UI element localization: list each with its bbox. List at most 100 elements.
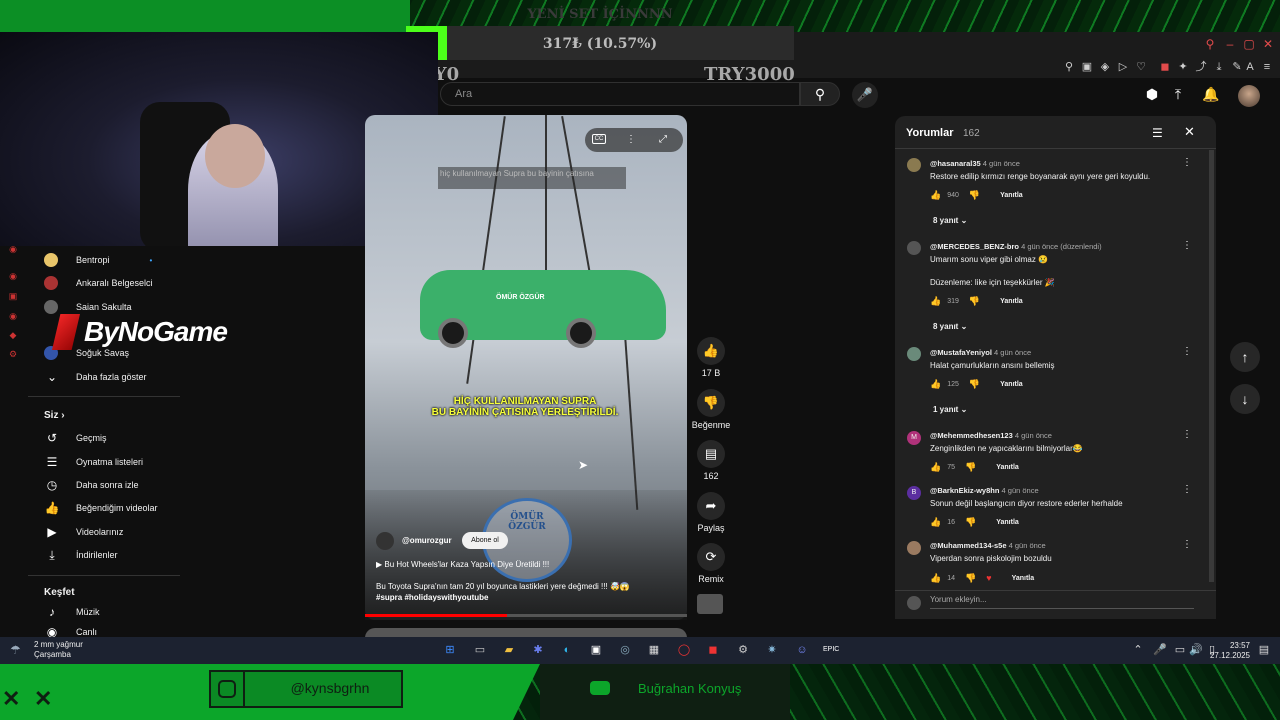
thumbs-down-icon[interactable]: 👎 xyxy=(969,296,980,307)
previous-short-button[interactable]: ↑ xyxy=(1230,342,1260,372)
search-button[interactable]: ⚲ xyxy=(800,82,840,106)
teams-icon[interactable]: ✱ xyxy=(530,642,546,658)
comment-menu-icon[interactable]: ⋮ xyxy=(1182,157,1192,168)
channel-avatar[interactable] xyxy=(376,532,394,550)
browser-menu-icon[interactable]: ≡ xyxy=(1260,60,1274,74)
steam-icon[interactable]: ◎ xyxy=(617,642,633,658)
commenter-avatar[interactable] xyxy=(907,347,921,361)
extension-box-icon[interactable]: ▣ xyxy=(1080,60,1094,74)
thumbs-up-icon[interactable]: 👍 xyxy=(930,190,941,201)
reply-button[interactable]: Yanıtla xyxy=(996,464,1019,471)
comment-author[interactable]: @MustafaYeniyol 4 gün önce xyxy=(930,348,1031,357)
minimize-icon[interactable]: – xyxy=(1224,38,1236,50)
reply-button[interactable]: Yanıtla xyxy=(1012,575,1035,582)
extension-edit-icon[interactable]: ✎ xyxy=(1230,60,1244,74)
upload-icon[interactable]: ⤒ xyxy=(1170,86,1186,102)
thumbs-down-icon[interactable]: 👎 xyxy=(965,517,976,528)
commenter-avatar[interactable] xyxy=(907,541,921,555)
taskbar-clock[interactable]: 23:57 27.12.2025 xyxy=(1210,641,1250,661)
sidebar-item-liked-videos[interactable]: 👍 Beğendiğim videolar xyxy=(44,498,158,518)
maximize-icon[interactable]: ▢ xyxy=(1243,38,1255,50)
commenter-avatar[interactable] xyxy=(907,158,921,172)
epic-games-icon[interactable]: EPIC xyxy=(823,642,839,658)
extension-share-icon[interactable]: ⤴ xyxy=(1194,60,1208,74)
show-more-button[interactable]: ⌄ Daha fazla göster xyxy=(44,367,147,387)
next-short-button[interactable]: ↓ xyxy=(1230,384,1260,414)
notifications-bell-icon[interactable]: 🔔 xyxy=(1202,86,1219,102)
captions-button[interactable]: CC xyxy=(592,134,606,144)
network-app-icon[interactable]: ✷ xyxy=(764,642,780,658)
channel-name[interactable]: @omurozgur xyxy=(402,536,452,545)
commenter-avatar[interactable]: B xyxy=(907,486,921,500)
comment-menu-icon[interactable]: ⋮ xyxy=(1182,539,1192,550)
commenter-avatar[interactable] xyxy=(907,241,921,255)
thumbs-up-icon[interactable]: 👍 xyxy=(930,573,941,584)
comment-author[interactable]: @Mehemmedhesen123 4 gün önce xyxy=(930,431,1052,440)
extension-badge-icon[interactable]: ◼ xyxy=(1158,60,1172,74)
ai-icon[interactable]: A xyxy=(1244,60,1256,74)
file-explorer-icon[interactable]: ▰ xyxy=(501,642,517,658)
tray-chevron-icon[interactable]: ⌃ xyxy=(1130,642,1146,658)
remix-button[interactable]: ⟳ xyxy=(697,543,725,571)
thumbs-up-icon[interactable]: 👍 xyxy=(930,379,941,390)
subscribe-button[interactable]: Abone ol xyxy=(462,532,508,549)
reply-button[interactable]: Yanıtla xyxy=(1000,192,1023,199)
reply-button[interactable]: Yanıtla xyxy=(1000,298,1023,305)
thumbs-down-icon[interactable]: 👎 xyxy=(965,462,976,473)
view-replies-button[interactable]: 8 yanıt ⌄ xyxy=(933,322,967,331)
thumbs-up-icon[interactable]: 👍 xyxy=(930,462,941,473)
like-button[interactable]: 👍 xyxy=(697,337,725,365)
edge-icon[interactable]: ◐ xyxy=(559,642,575,658)
view-replies-button[interactable]: 1 yanıt ⌄ xyxy=(933,405,967,414)
thumbs-down-icon[interactable]: 👎 xyxy=(965,573,976,584)
comment-menu-icon[interactable]: ⋮ xyxy=(1182,346,1192,357)
comment-menu-icon[interactable]: ⋮ xyxy=(1182,484,1192,495)
search-input[interactable]: Ara xyxy=(440,82,800,106)
reply-button[interactable]: Yanıtla xyxy=(996,519,1019,526)
sidebar-item-downloads[interactable]: ⤓ İndirilenler xyxy=(44,545,117,565)
subscription-item[interactable]: Bentropi • xyxy=(44,250,152,270)
subscription-item[interactable]: Saian Sakulta xyxy=(44,297,132,317)
hashtags[interactable]: #supra #holidayswithyoutube xyxy=(376,592,676,603)
subscription-item[interactable]: Ankaralı Belgeselci xyxy=(44,273,153,293)
downloads-icon[interactable]: ⤓ xyxy=(1212,60,1226,74)
cast-icon[interactable]: ⬢ xyxy=(1144,86,1160,102)
search-small-icon[interactable]: ⚲ xyxy=(1204,38,1216,50)
sidebar-item-watch-later[interactable]: ◷ Daha sonra izle xyxy=(44,475,139,495)
tray-mic-icon[interactable]: 🎤 xyxy=(1152,642,1168,658)
calendar-app-icon[interactable]: ▦ xyxy=(646,642,662,658)
opera-icon[interactable]: ◯ xyxy=(676,642,692,658)
comment-author[interactable]: @BarknEkiz-wy8hn 4 gün önce xyxy=(930,486,1039,495)
sidebar-item-playlists[interactable]: ☰ Oynatma listeleri xyxy=(44,452,143,472)
settings-app-icon[interactable]: ⚙ xyxy=(735,642,751,658)
sidebar-item-music[interactable]: ♪ Müzik xyxy=(44,602,100,622)
extension-puzzle-icon[interactable]: ✦ xyxy=(1176,60,1190,74)
tray-display-icon[interactable]: ▭ xyxy=(1172,642,1188,658)
close-window-icon[interactable]: ✕ xyxy=(1262,38,1274,50)
account-avatar[interactable] xyxy=(1238,85,1260,107)
comments-button[interactable]: ▤ xyxy=(697,440,725,468)
sidebar-item-your-videos[interactable]: ▶ Videolarınız xyxy=(44,522,123,542)
voice-search-button[interactable]: 🎤 xyxy=(852,82,878,108)
notification-center-icon[interactable]: ▤ xyxy=(1256,642,1272,658)
extension-play-icon[interactable]: ▷ xyxy=(1116,60,1130,74)
fullscreen-icon[interactable]: ⤢ xyxy=(655,132,671,148)
sort-comments-icon[interactable]: ☰ xyxy=(1152,126,1166,140)
app-icon[interactable]: ▣ xyxy=(588,642,604,658)
thumbs-down-icon[interactable]: 👎 xyxy=(969,379,980,390)
tray-volume-icon[interactable]: 🔊 xyxy=(1188,642,1204,658)
you-section-heading[interactable]: Siz › xyxy=(44,410,65,421)
sidebar-item-history[interactable]: ↺ Geçmiş xyxy=(44,428,107,448)
comment-author[interactable]: @Muhammed134-s5e 4 gün önce xyxy=(930,541,1046,550)
commenter-avatar[interactable]: M xyxy=(907,431,921,445)
add-comment-input[interactable]: Yorum ekleyin... xyxy=(930,595,1194,609)
record-app-icon[interactable]: ◼ xyxy=(705,642,721,658)
thumbs-up-icon[interactable]: 👍 xyxy=(930,296,941,307)
dislike-button[interactable]: 👎 xyxy=(697,389,725,417)
share-button[interactable]: ➦ xyxy=(697,492,725,520)
view-replies-button[interactable]: 8 yanıt ⌄ xyxy=(933,216,967,225)
comment-author[interactable]: @MERCEDES_BENZ-bro 4 gün önce (düzenlend… xyxy=(930,242,1102,251)
sound-thumbnail[interactable] xyxy=(697,594,723,614)
comment-menu-icon[interactable]: ⋮ xyxy=(1182,429,1192,440)
sidebar-item-live[interactable]: ◉ Canlı xyxy=(44,626,97,637)
